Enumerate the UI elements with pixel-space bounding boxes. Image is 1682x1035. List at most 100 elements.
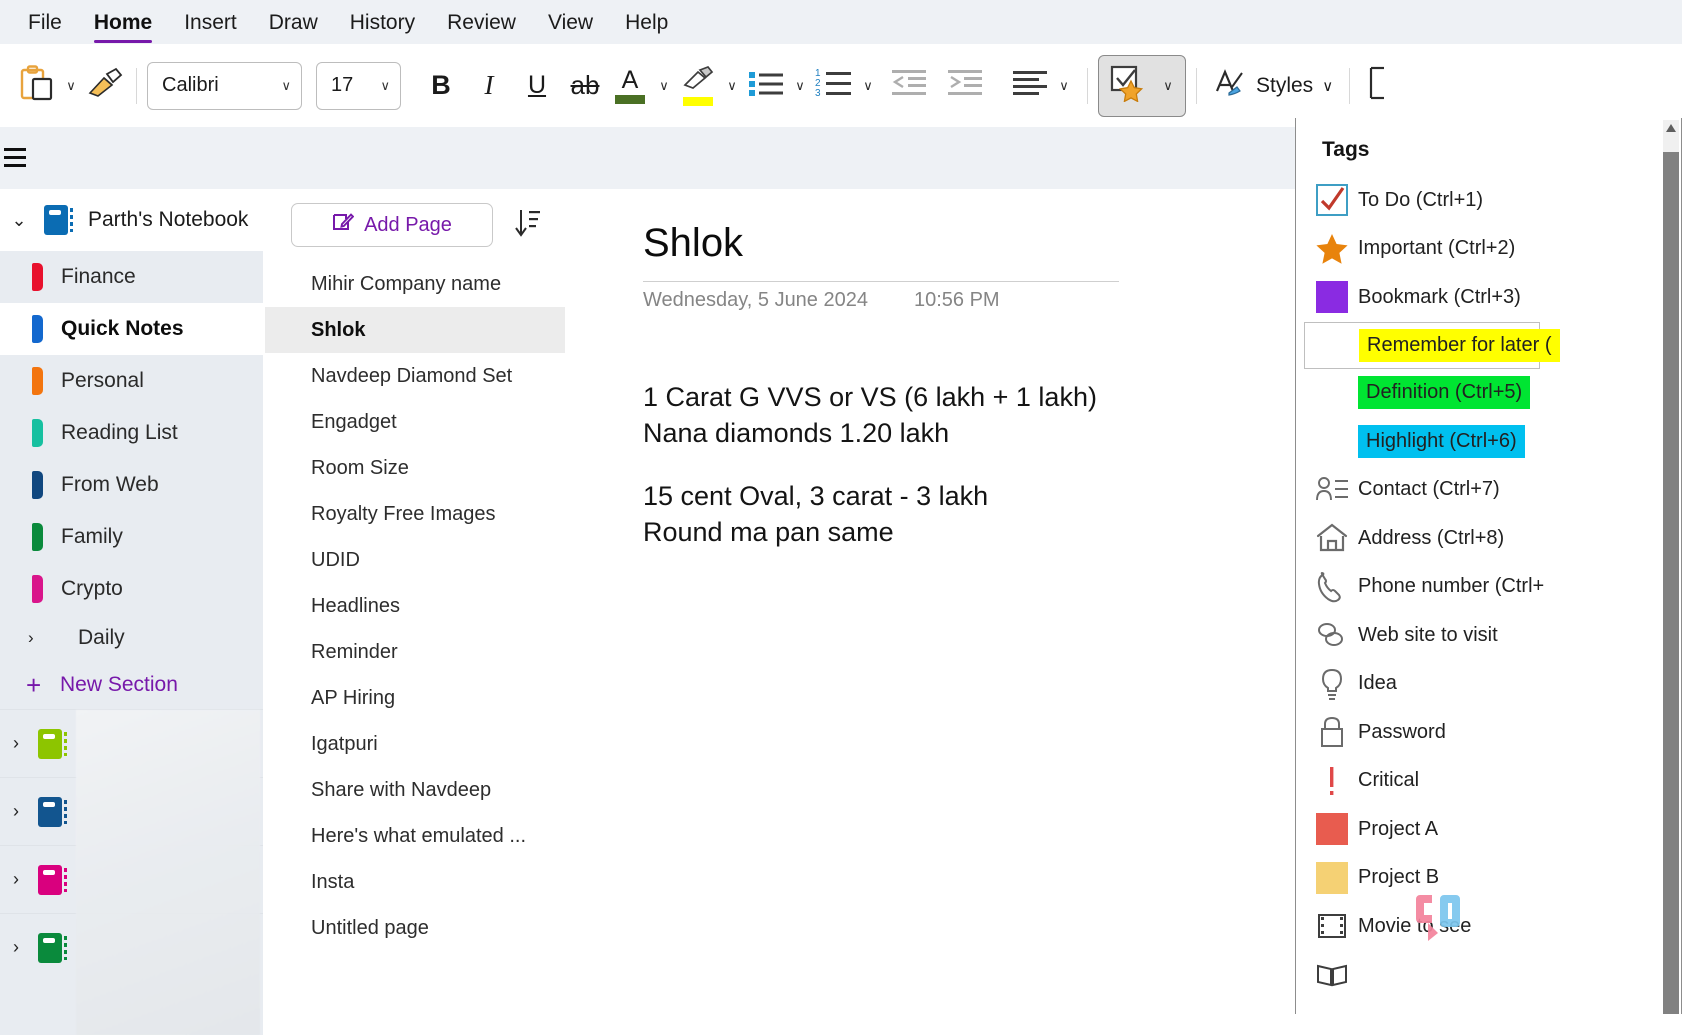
- menu-item-help[interactable]: Help: [611, 7, 682, 37]
- add-page-button[interactable]: Add Page: [291, 203, 493, 247]
- tag-item-highlight[interactable]: Highlight (Ctrl+6): [1296, 417, 1681, 466]
- chevron-down-icon[interactable]: ⌄: [6, 210, 32, 231]
- list-item[interactable]: Share with Navdeep: [265, 767, 565, 813]
- phone-icon: [1306, 571, 1358, 603]
- menu-item-view[interactable]: View: [534, 7, 607, 37]
- tag-item-idea[interactable]: Idea: [1296, 660, 1681, 709]
- list-item[interactable]: Reminder: [265, 629, 565, 675]
- title-divider: [643, 281, 1119, 282]
- tags-panel-scrollbar[interactable]: [1663, 120, 1679, 1033]
- page-list-panel: Add Page Mihir Company name Shlok Navdee…: [265, 189, 565, 1035]
- tag-item-remember-for-later[interactable]: Remember for later (: [1304, 321, 1560, 369]
- tag-item-movie-to-see[interactable]: Movie to see: [1296, 902, 1681, 951]
- tag-item-phone-number[interactable]: Phone number (Ctrl+: [1296, 563, 1681, 612]
- list-item[interactable]: Mihir Company name: [265, 261, 565, 307]
- list-item[interactable]: Royalty Free Images: [265, 491, 565, 537]
- tags-dropdown-button[interactable]: ∨: [1098, 54, 1186, 117]
- menu-item-home[interactable]: Home: [80, 7, 166, 43]
- menu-item-history[interactable]: History: [336, 7, 429, 37]
- paste-options-caret[interactable]: ∨: [58, 60, 84, 112]
- square-swatch-icon: [1306, 281, 1358, 314]
- align-caret[interactable]: ∨: [1051, 60, 1077, 112]
- tag-item-address[interactable]: Address (Ctrl+8): [1296, 514, 1681, 563]
- chevron-right-icon[interactable]: ›: [0, 801, 28, 822]
- tag-item-important[interactable]: Important (Ctrl+2): [1296, 225, 1681, 274]
- list-item[interactable]: Insta: [265, 859, 565, 905]
- tag-item-to-do[interactable]: To Do (Ctrl+1): [1296, 176, 1681, 225]
- list-item[interactable]: Untitled page: [265, 905, 565, 951]
- tag-item-contact[interactable]: Contact (Ctrl+7): [1296, 466, 1681, 515]
- note-body[interactable]: 1 Carat G VVS or VS (6 lakh + 1 lakh) Na…: [643, 379, 1097, 551]
- menu-item-file[interactable]: File: [14, 7, 76, 37]
- tag-item-book[interactable]: [1296, 951, 1681, 1000]
- font-size-combobox[interactable]: 17 ∨: [316, 61, 401, 110]
- section-color-tab: [32, 419, 43, 447]
- page-title[interactable]: Shlok: [643, 221, 743, 266]
- bulleted-list-caret[interactable]: ∨: [787, 60, 813, 112]
- sidebar-section-from-web[interactable]: From Web: [0, 459, 263, 511]
- chevron-right-icon[interactable]: ›: [0, 628, 60, 648]
- scroll-up-arrow-icon[interactable]: [1666, 124, 1676, 132]
- paste-button[interactable]: [16, 60, 58, 112]
- navigation-menu-button[interactable]: [4, 148, 30, 168]
- notebook-header[interactable]: ⌄ Parth's Notebook: [0, 189, 263, 251]
- list-item[interactable]: Here's what emulated ...: [265, 813, 565, 859]
- list-item[interactable]: Navdeep Diamond Set: [265, 353, 565, 399]
- highlight-caret[interactable]: ∨: [719, 60, 745, 112]
- tag-item-web-site-to-visit[interactable]: Web site to visit: [1296, 611, 1681, 660]
- bulleted-list-button[interactable]: [745, 60, 787, 112]
- strikethrough-button[interactable]: ab: [561, 60, 609, 112]
- tag-item-password[interactable]: Password: [1296, 708, 1681, 757]
- section-color-tab: [32, 367, 43, 395]
- sidebar-section-personal[interactable]: Personal: [0, 355, 263, 407]
- menu-item-review[interactable]: Review: [433, 7, 530, 37]
- list-item[interactable]: Igatpuri: [265, 721, 565, 767]
- list-item[interactable]: Headlines: [265, 583, 565, 629]
- increase-indent-button[interactable]: [937, 60, 993, 112]
- styles-button[interactable]: Styles ∨: [1207, 60, 1339, 112]
- panel-bottom-mask: [1295, 1014, 1682, 1035]
- list-item-selected[interactable]: Shlok: [265, 307, 565, 353]
- list-item[interactable]: AP Hiring: [265, 675, 565, 721]
- underline-button[interactable]: U: [513, 60, 561, 112]
- decrease-indent-button[interactable]: [881, 60, 937, 112]
- sidebar-section-family[interactable]: Family: [0, 511, 263, 563]
- chevron-right-icon[interactable]: ›: [0, 733, 28, 754]
- format-painter-button[interactable]: [84, 60, 126, 112]
- new-section-button[interactable]: + New Section: [0, 661, 263, 709]
- tag-item-bookmark[interactable]: Bookmark (Ctrl+3): [1296, 273, 1681, 322]
- font-family-combobox[interactable]: Calibri ∨: [147, 61, 302, 110]
- sidebar-section-finance[interactable]: Finance: [0, 251, 263, 303]
- tag-item-definition[interactable]: Definition (Ctrl+5): [1296, 369, 1681, 418]
- tag-item-project-a[interactable]: Project A: [1296, 805, 1681, 854]
- sort-pages-button[interactable]: [507, 205, 547, 245]
- bold-button[interactable]: B: [417, 60, 465, 112]
- list-item[interactable]: UDID: [265, 537, 565, 583]
- list-item[interactable]: Engadget: [265, 399, 565, 445]
- square-swatch-icon: [1306, 813, 1358, 846]
- menu-item-insert[interactable]: Insert: [170, 7, 251, 37]
- scrollbar-thumb[interactable]: [1663, 152, 1679, 1032]
- sidebar-section-reading-list[interactable]: Reading List: [0, 407, 263, 459]
- list-item[interactable]: Room Size: [265, 445, 565, 491]
- tag-item-critical[interactable]: Critical: [1296, 757, 1681, 806]
- tags-caret[interactable]: ∨: [1155, 60, 1181, 112]
- sidebar-section-quick-notes[interactable]: Quick Notes: [0, 303, 263, 355]
- sidebar-section-crypto[interactable]: Crypto: [0, 563, 263, 615]
- font-color-caret[interactable]: ∨: [651, 60, 677, 112]
- tag-item-project-b[interactable]: Project B: [1296, 854, 1681, 903]
- numbered-list-button[interactable]: 1 2 3: [813, 60, 855, 112]
- font-color-button[interactable]: A: [609, 60, 651, 112]
- numbered-list-caret[interactable]: ∨: [855, 60, 881, 112]
- italic-button[interactable]: I: [465, 60, 513, 112]
- chevron-right-icon[interactable]: ›: [0, 937, 28, 958]
- sidebar-section-group-daily[interactable]: › Daily: [0, 615, 263, 661]
- menu-bar: File Home Insert Draw History Review Vie…: [0, 0, 1682, 44]
- chevron-right-icon[interactable]: ›: [0, 869, 28, 890]
- align-button[interactable]: [1009, 60, 1051, 112]
- styles-caret[interactable]: ∨: [1322, 77, 1333, 95]
- more-commands-button[interactable]: [1360, 60, 1402, 112]
- highlight-button[interactable]: [677, 60, 719, 112]
- menu-item-draw[interactable]: Draw: [255, 7, 332, 37]
- checkbox-checked-icon: [1306, 183, 1358, 217]
